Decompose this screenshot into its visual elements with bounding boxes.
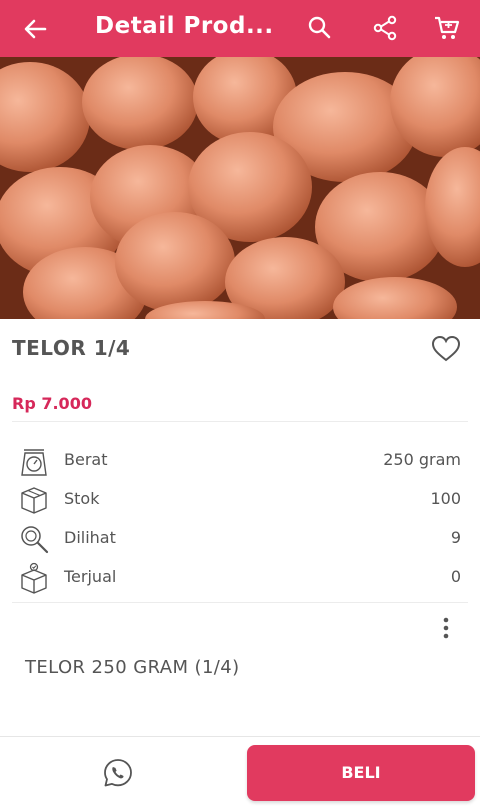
divider: [12, 602, 468, 603]
spec-row-berat: Berat 250 gram: [0, 441, 480, 479]
buy-button[interactable]: BELI: [247, 745, 475, 801]
scale-icon: [21, 449, 47, 476]
bottom-action-bar: BELI: [0, 736, 480, 807]
spec-row-stok: Stok 100: [0, 480, 480, 518]
spec-label: Terjual: [64, 567, 117, 586]
spec-row-terjual: Terjual 0: [0, 558, 480, 596]
spec-value: 0: [450, 567, 461, 586]
product-price: Rp 7.000: [12, 394, 92, 413]
eggs-illustration: [0, 57, 480, 319]
share-icon[interactable]: [371, 14, 399, 42]
box-icon: [21, 487, 47, 514]
spec-value: 100: [430, 489, 461, 508]
spec-value: 250 gram: [383, 450, 461, 469]
product-description: TELOR 250 GRAM (1/4): [25, 657, 240, 678]
page-title: Detail Prod...: [95, 13, 274, 39]
heart-icon[interactable]: [431, 335, 461, 363]
spec-label: Berat: [64, 450, 108, 469]
product-name: TELOR 1/4: [12, 336, 131, 360]
view-search-icon: [21, 526, 49, 554]
search-icon[interactable]: [306, 14, 334, 42]
sold-box-icon: [21, 562, 47, 594]
spec-row-dilihat: Dilihat 9: [0, 519, 480, 557]
whatsapp-icon[interactable]: [102, 757, 134, 789]
divider: [12, 421, 468, 422]
spec-value: 9: [450, 528, 461, 547]
spec-label: Dilihat: [64, 528, 116, 547]
back-arrow-icon[interactable]: [20, 14, 50, 44]
spec-label: Stok: [64, 489, 100, 508]
cart-icon[interactable]: [433, 14, 461, 42]
app-bar: Detail Prod...: [0, 0, 480, 57]
product-image[interactable]: [0, 57, 480, 319]
more-vertical-icon[interactable]: [436, 615, 456, 641]
